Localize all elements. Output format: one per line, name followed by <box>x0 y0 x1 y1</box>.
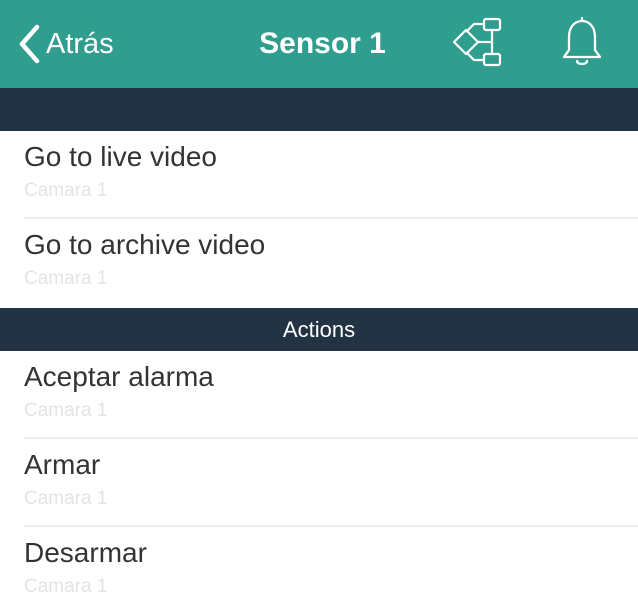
list-item-subtitle: Camara 1 <box>24 488 108 509</box>
list-item-title: Armar <box>24 449 101 480</box>
section-header-actions: Actions <box>0 308 638 351</box>
back-button[interactable]: Atrás <box>18 20 114 68</box>
list-item-arm[interactable]: Armar Camara 1 <box>0 439 638 527</box>
section-header <box>0 88 638 131</box>
back-chevron-icon <box>18 24 40 64</box>
navigation-bar: Atrás Sensor 1 <box>0 0 638 88</box>
back-label: Atrás <box>46 28 114 60</box>
screen: Atrás Sensor 1 Go to live video Camara 1… <box>0 0 638 600</box>
list-item-title: Go to live video <box>24 141 217 172</box>
list-item-subtitle: Camara 1 <box>24 400 108 421</box>
notifications-button[interactable] <box>560 17 604 69</box>
list-item-subtitle: Camara 1 <box>24 576 108 597</box>
list-item-title: Desarmar <box>24 537 147 568</box>
list-item-subtitle: Camara 1 <box>24 268 108 289</box>
list-item-title: Go to archive video <box>24 229 266 260</box>
list-item-disarm[interactable]: Desarmar Camara 1 <box>0 527 638 600</box>
list-item-title: Aceptar alarma <box>24 361 214 392</box>
hierarchy-button[interactable] <box>452 17 506 67</box>
bell-icon <box>560 17 604 69</box>
list-item-archive-video[interactable]: Go to archive video Camara 1 <box>0 219 638 307</box>
list-item-subtitle: Camara 1 <box>24 180 108 201</box>
list-item-live-video[interactable]: Go to live video Camara 1 <box>0 131 638 219</box>
hierarchy-icon <box>452 17 506 67</box>
list-item-accept-alarm[interactable]: Aceptar alarma Camara 1 <box>0 351 638 439</box>
